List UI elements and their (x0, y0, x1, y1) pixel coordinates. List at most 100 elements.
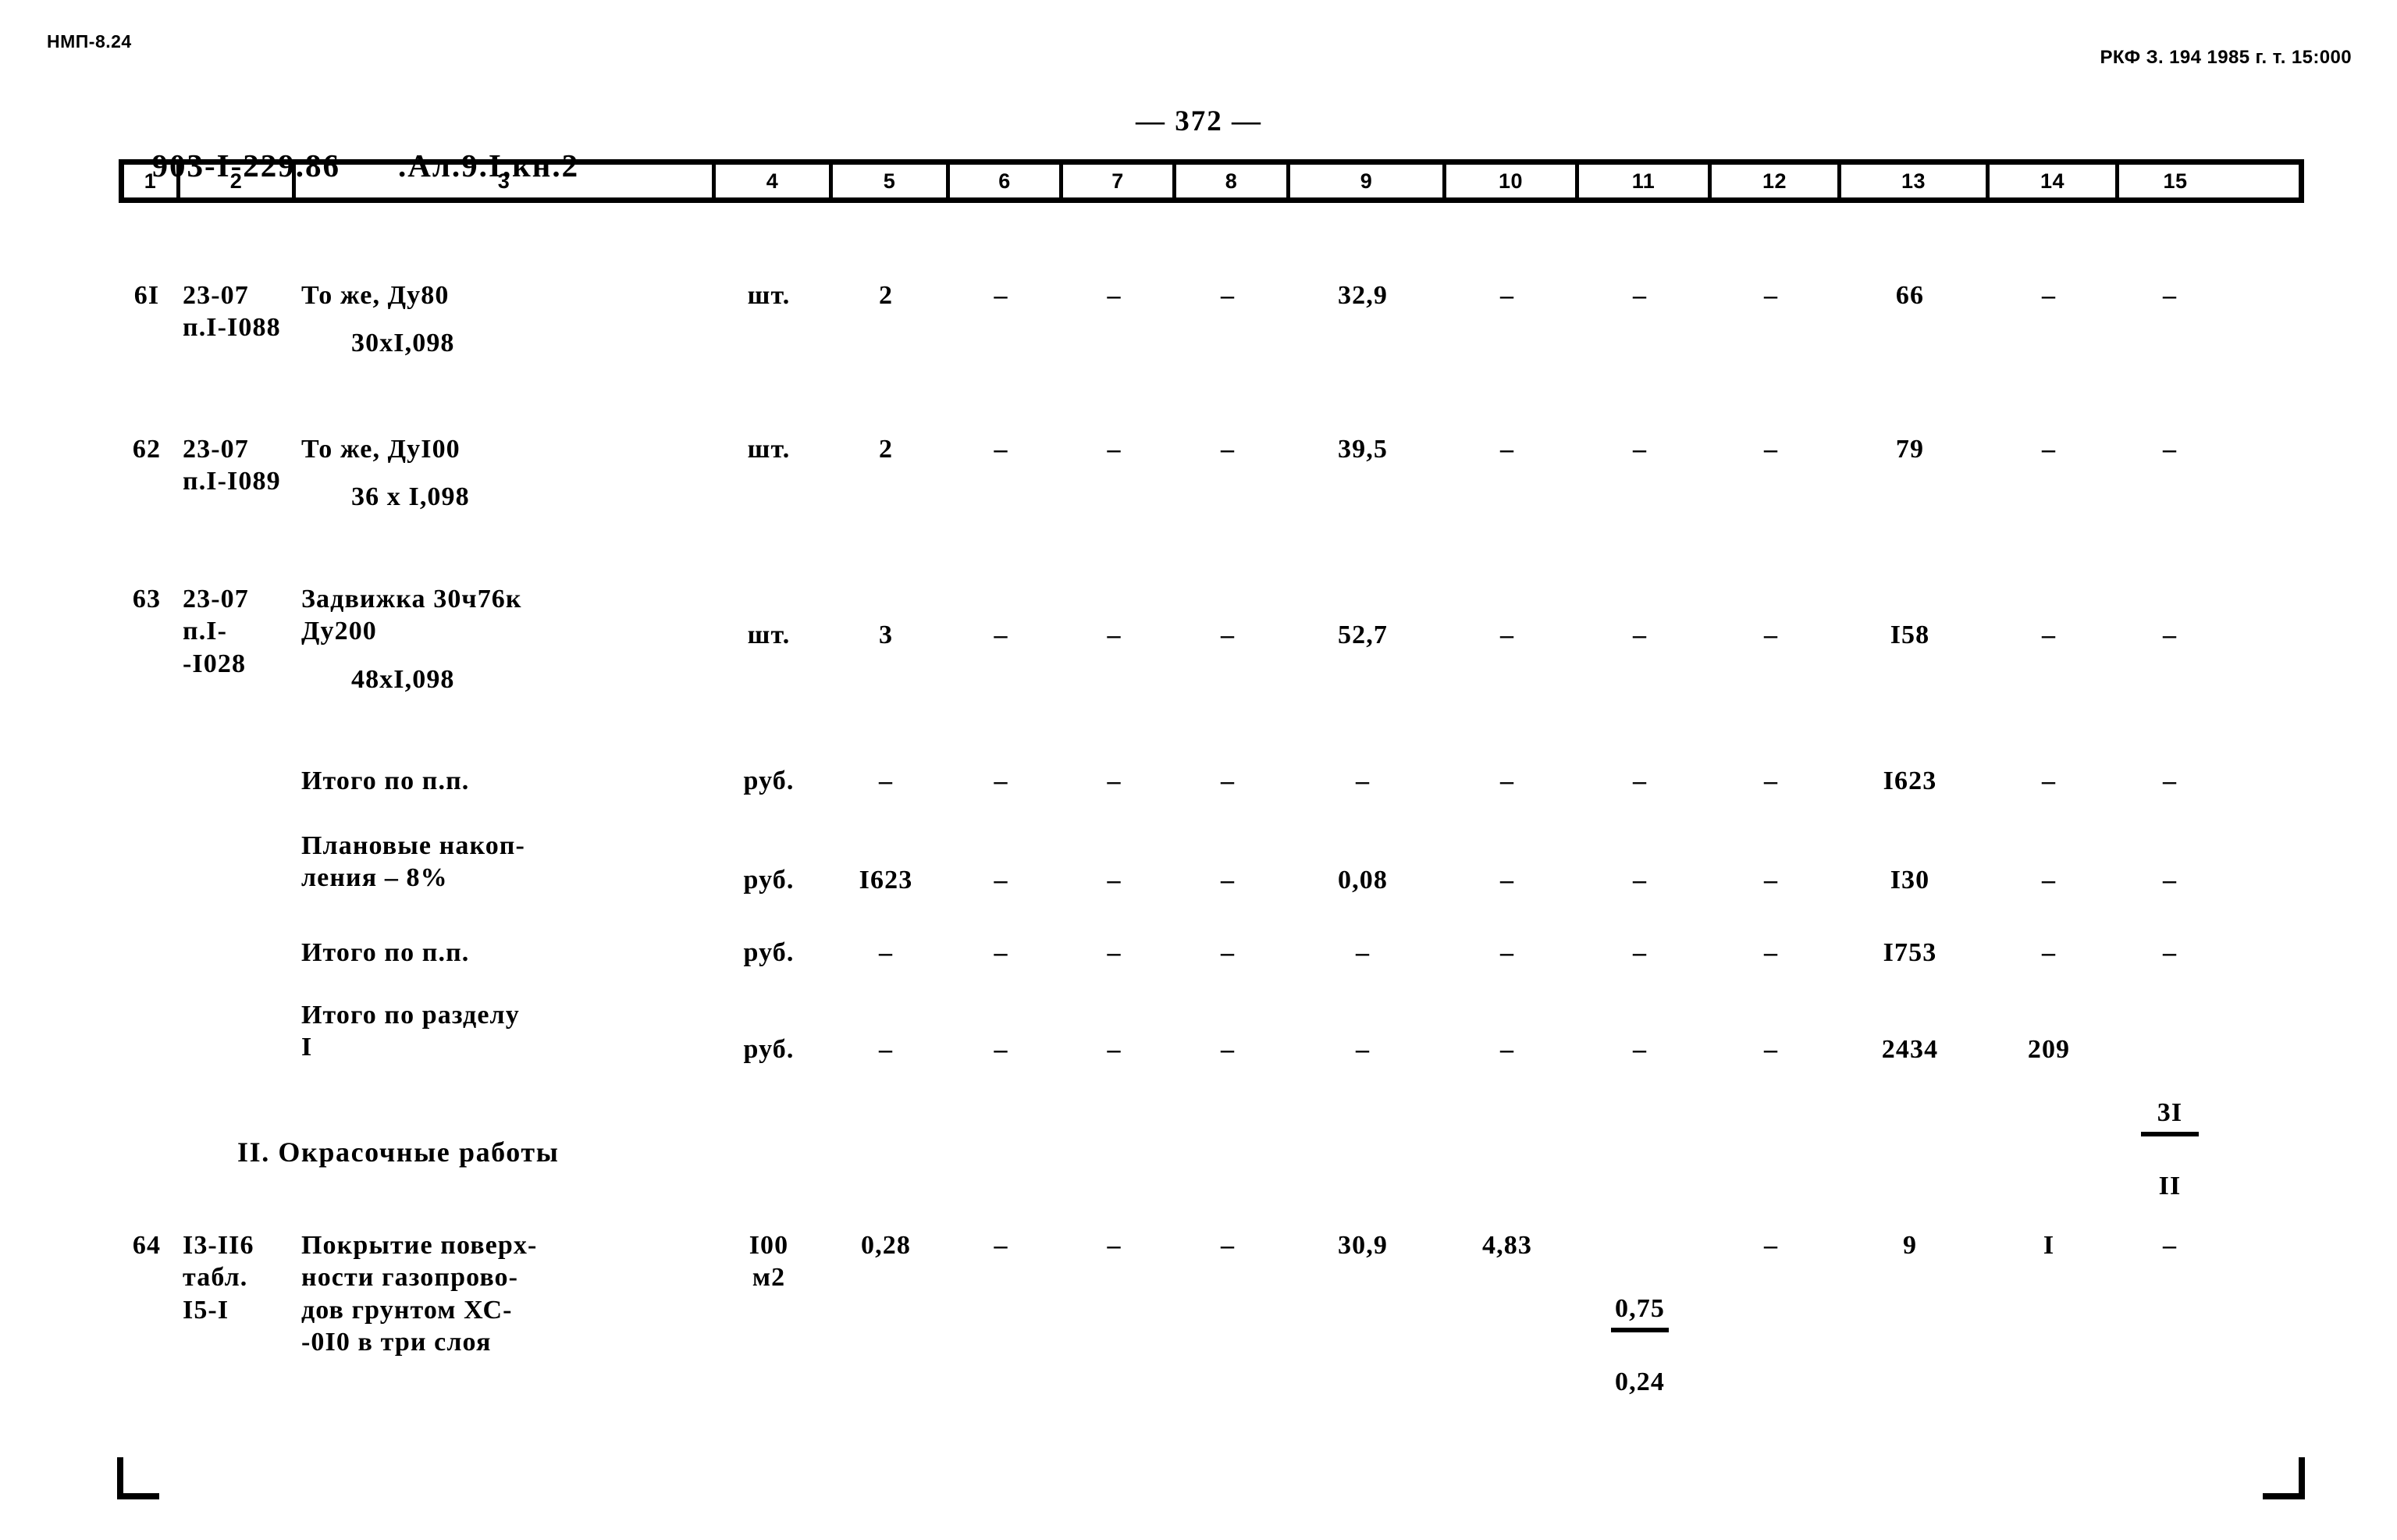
row-value-5: I623 (859, 866, 913, 894)
row-value-15: – (2162, 866, 2178, 894)
row-value-5: 2 (878, 435, 894, 464)
row-value-7: – (1107, 435, 1122, 464)
row-value-9: 30,9 (1338, 1231, 1388, 1260)
column-header-11: 11 (1579, 165, 1712, 197)
column-header-2: 2 (180, 165, 296, 197)
row-value-8: – (1220, 1035, 1236, 1064)
page-number: — 372 — (1136, 105, 1262, 137)
row-description: Плановые накоп- ления – 8% (301, 831, 525, 893)
row-value-10: – (1499, 435, 1515, 464)
row-value-9: 52,7 (1338, 621, 1388, 649)
row-value-8: – (1220, 766, 1236, 795)
column-header-6: 6 (950, 165, 1063, 197)
row-value-11: – (1632, 1035, 1648, 1064)
column-header-12: 12 (1712, 165, 1841, 197)
row-description-sub: 30хI,098 (351, 329, 455, 358)
row-value-15: – (2162, 435, 2178, 464)
table-column-header: 1 2 3 4 5 6 7 8 9 10 11 12 13 14 15 (119, 159, 2304, 203)
row-value-10: – (1499, 621, 1515, 649)
row-value-15: – (2162, 766, 2178, 795)
row-value-5: 0,28 (861, 1231, 911, 1260)
row-value-14: I (2043, 1231, 2055, 1260)
column-header-3: 3 (296, 165, 716, 197)
row-description-main: То же, ДуI00 (301, 435, 461, 464)
row-value-5: 2 (878, 281, 894, 310)
row-value-8: – (1220, 435, 1236, 464)
row-value-10: – (1499, 1035, 1515, 1064)
row-unit: руб. (743, 1035, 795, 1064)
row-item-number: 62 (132, 435, 162, 464)
row-value-11-fraction: 0,75 0,24 (1574, 1229, 1706, 1398)
row-item-number: 6I (133, 281, 160, 310)
row-value-15: – (2162, 938, 2178, 967)
column-header-14: 14 (1990, 165, 2119, 197)
row-value-14: – (2041, 281, 2057, 310)
row-value-10: 4,83 (1482, 1231, 1532, 1260)
row-value-11: – (1632, 866, 1648, 894)
row-description-main: То же, Ду80 (301, 281, 450, 310)
row-value-9: 39,5 (1338, 435, 1388, 464)
column-header-4: 4 (716, 165, 833, 197)
row-value-9: – (1355, 766, 1371, 795)
row-value-14: – (2041, 766, 2057, 795)
row-value-6: – (994, 1231, 1008, 1260)
row-value-5: – (878, 766, 894, 795)
row-description: То же, Ду80 30хI,098 (290, 279, 710, 360)
sheet-code-left: НМП-8.24 (47, 31, 132, 52)
row-value-9: 0,08 (1338, 866, 1388, 894)
row-value-14: – (2041, 621, 2057, 649)
row-value-7: – (1107, 866, 1122, 894)
row-value-12: – (1763, 621, 1779, 649)
row-value-13: I58 (1890, 621, 1930, 649)
table-row-section-total: Итого по разделу I руб. – – – – – – – – … (119, 999, 2226, 1202)
row-value-12: – (1763, 938, 1779, 967)
column-header-15: 15 (2163, 169, 2188, 193)
fraction-denominator: II (2158, 1171, 2182, 1200)
fraction-stack: 3I II (2141, 1065, 2199, 1201)
row-value-13: I753 (1883, 938, 1937, 967)
row-value-8: – (1220, 1231, 1236, 1260)
table-row-subtotal: Итого по п.п. руб. – – – – – – – – I623 … (119, 765, 2226, 797)
row-unit: руб. (743, 766, 795, 795)
column-header-1: 1 (124, 165, 180, 197)
row-value-12: – (1763, 1035, 1779, 1064)
row-value-11: – (1632, 621, 1648, 649)
row-value-13: 66 (1895, 281, 1925, 310)
row-value-8: – (1220, 621, 1236, 649)
row-value-6: – (994, 1035, 1008, 1064)
table-row: 62 23-07 п.I-I089 То же, ДуI00 36 х I,098… (119, 433, 2226, 514)
row-unit: шт. (747, 621, 791, 649)
table-row: 63 23-07 п.I- -I028 Задвижка 30ч76к Ду20… (119, 583, 2226, 695)
fraction-numerator: 3I (2157, 1097, 2183, 1127)
row-value-7: – (1107, 281, 1122, 310)
row-value-6: – (994, 938, 1008, 967)
column-header-10: 10 (1446, 165, 1579, 197)
row-unit: шт. (747, 435, 791, 464)
table-row: 6I 23-07 п.I-I088 То же, Ду80 30хI,098 шт… (119, 279, 2226, 360)
table-row: 64 I3-II6 табл. I5-I Покрытие поверх- но… (119, 1229, 2226, 1398)
table-row-subtotal: Итого по п.п. руб. – – – – – – – – I753 … (119, 937, 2226, 969)
row-value-12: – (1763, 435, 1779, 464)
sheet-code-right: РКФ З. 194 1985 г. т. 15:000 (2100, 47, 2352, 68)
row-value-7: – (1107, 1231, 1122, 1260)
row-norm-code: 23-07 п.I-I089 (183, 435, 281, 496)
row-value-8: – (1220, 866, 1236, 894)
fraction-stack: 0,75 0,24 (1611, 1261, 1669, 1397)
row-description: То же, ДуI00 36 х I,098 (290, 433, 710, 514)
row-value-6: – (994, 435, 1008, 464)
row-value-12: – (1763, 281, 1779, 310)
row-value-14: 209 (2027, 1035, 2071, 1064)
row-value-6: – (994, 621, 1008, 649)
row-item-number: 63 (132, 585, 162, 614)
row-value-8: – (1220, 281, 1236, 310)
row-value-6: – (994, 281, 1008, 310)
column-header-9: 9 (1290, 165, 1446, 197)
row-value-6: – (994, 766, 1008, 795)
row-value-12: – (1763, 766, 1779, 795)
row-unit: руб. (743, 866, 795, 894)
row-value-13: 9 (1902, 1231, 1918, 1260)
row-value-15-fraction: 3I II (2114, 999, 2226, 1202)
row-description-sub: 48хI,098 (351, 664, 455, 694)
row-norm-code: I3-II6 табл. I5-I (183, 1231, 254, 1325)
fraction-numerator: 0,75 (1615, 1293, 1665, 1323)
